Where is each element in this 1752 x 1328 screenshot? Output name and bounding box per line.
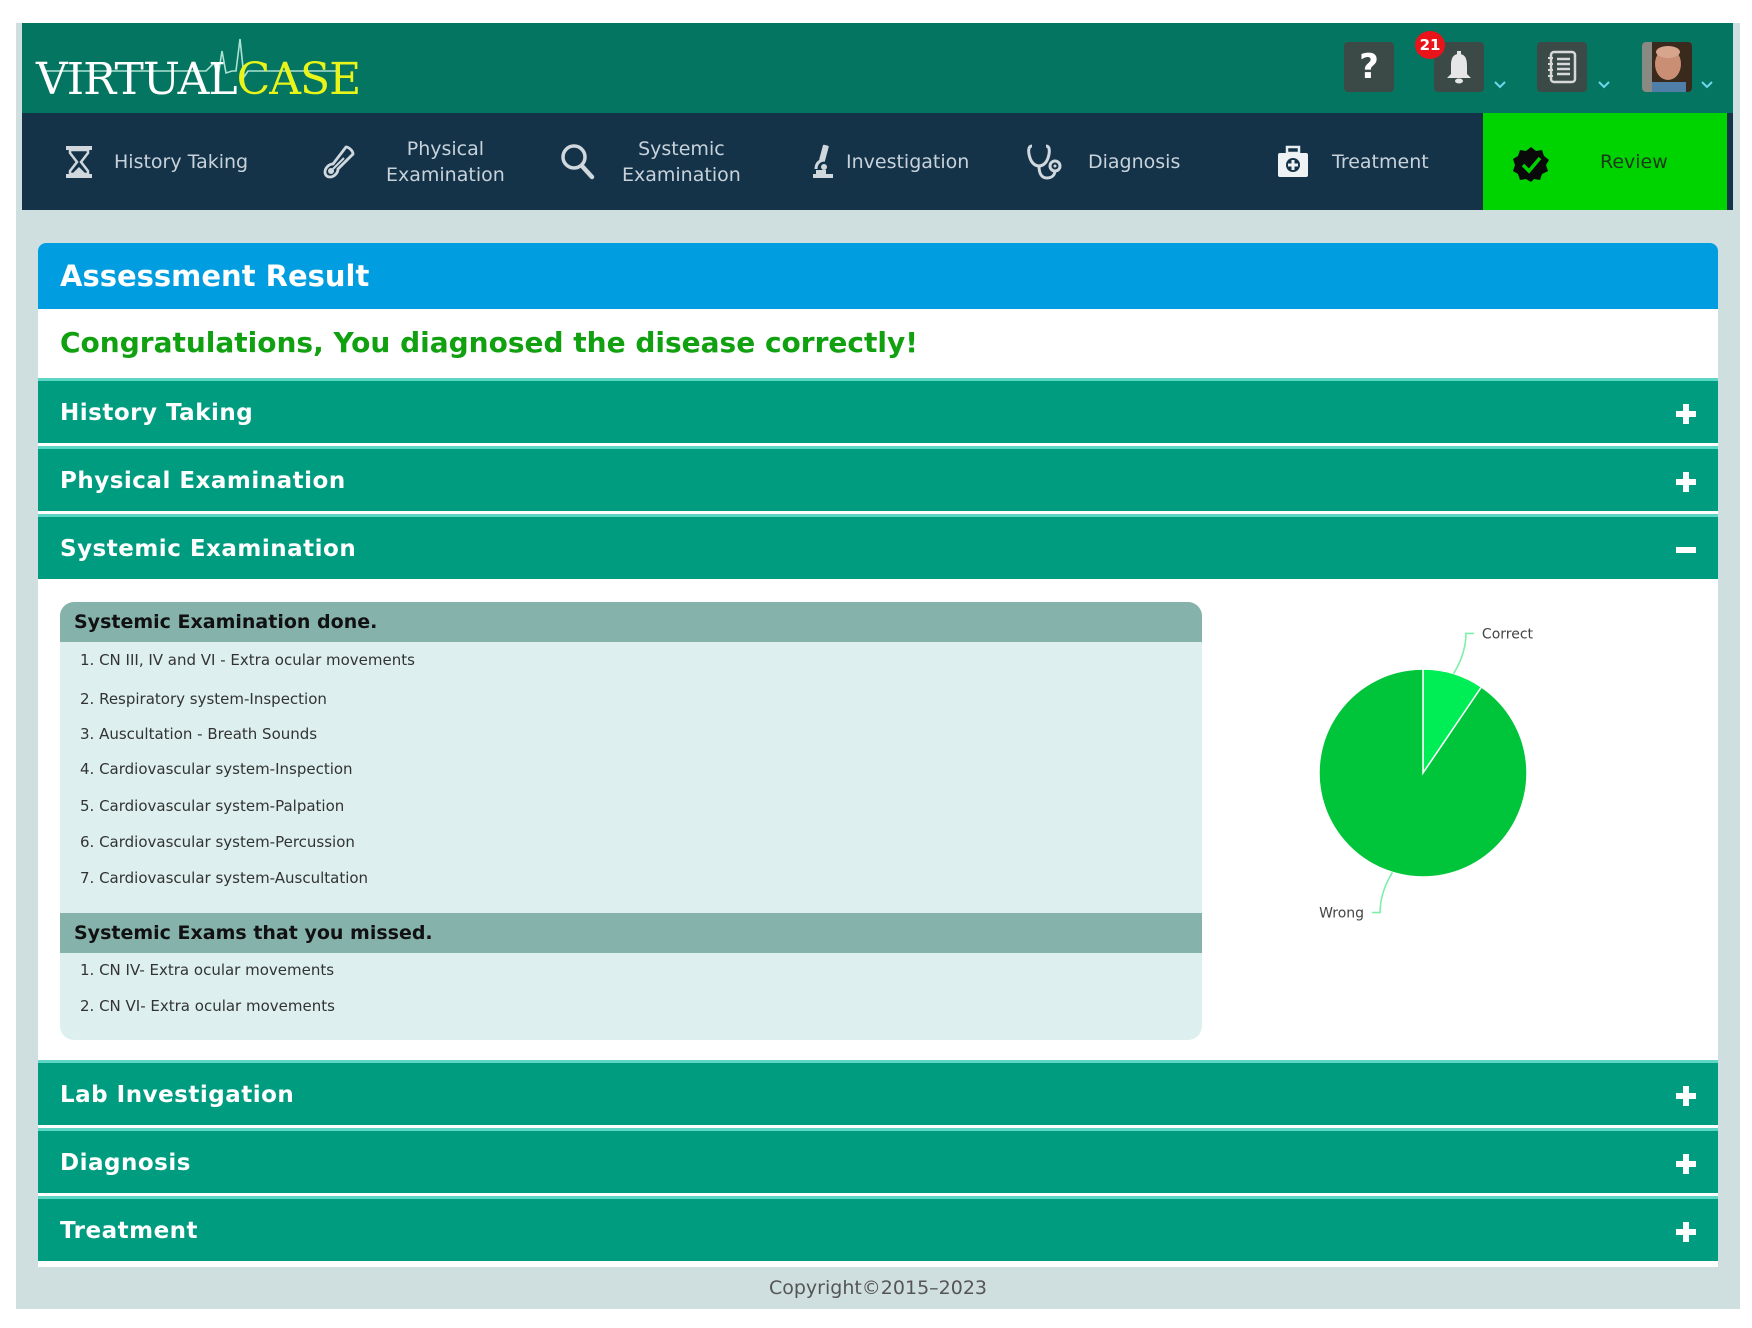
- done-item: 7. Cardiovascular system-Auscultation: [80, 869, 369, 887]
- chevron-down-icon: [1598, 81, 1610, 89]
- chevron-down-icon: [1701, 81, 1713, 89]
- nav-physical-label-line2: Examination: [386, 163, 505, 186]
- help-button[interactable]: ?: [1344, 42, 1394, 92]
- main-nav: History Taking Physical Examination Syst…: [22, 113, 1733, 210]
- accordion-title: Physical Examination: [60, 468, 346, 494]
- assessment-title: Assessment Result: [38, 243, 1718, 309]
- accordion-systemic-examination[interactable]: Systemic Examination: [38, 514, 1718, 579]
- notebook-icon: [1548, 50, 1577, 84]
- accordion-title: Lab Investigation: [60, 1082, 295, 1108]
- footer-copyright: Copyright©2015–2023: [768, 1277, 988, 1299]
- thermometer-icon: [322, 144, 358, 180]
- nav-review[interactable]: Review: [1483, 113, 1727, 210]
- expand-plus-icon[interactable]: [1674, 381, 1698, 446]
- accordion-title: History Taking: [60, 400, 254, 426]
- done-heading: Systemic Examination done.: [60, 602, 1202, 642]
- medkit-icon: [1276, 145, 1310, 179]
- search-icon: [560, 143, 596, 181]
- done-item: 2. Respiratory system-Inspection: [80, 690, 327, 708]
- nav-diagnosis[interactable]: Diagnosis: [1026, 113, 1180, 210]
- expand-plus-icon[interactable]: [1674, 1063, 1698, 1128]
- virtualcase-logo[interactable]: VIRTUALCASE: [36, 33, 376, 107]
- collapse-minus-icon[interactable]: [1674, 517, 1698, 582]
- user-avatar[interactable]: [1642, 42, 1692, 92]
- missed-item: 1. CN IV- Extra ocular movements: [80, 961, 335, 979]
- nav-investigation[interactable]: Investigation: [810, 113, 969, 210]
- avatar-image: [1642, 42, 1692, 92]
- accordion-lab-investigation[interactable]: Lab Investigation: [38, 1060, 1718, 1125]
- missed-item: 2. CN VI- Extra ocular movements: [80, 997, 335, 1015]
- accordion-physical-examination[interactable]: Physical Examination: [38, 446, 1718, 511]
- expand-plus-icon[interactable]: [1674, 1131, 1698, 1196]
- pie-slice-wrong[interactable]: [1318, 668, 1528, 878]
- done-item: 6. Cardiovascular system-Percussion: [80, 833, 355, 851]
- pie-leader-line-correct: [1452, 632, 1474, 675]
- nav-history-taking[interactable]: History Taking: [64, 113, 248, 210]
- nav-treatment-label: Treatment: [1332, 150, 1429, 173]
- accordion-diagnosis[interactable]: Diagnosis: [38, 1128, 1718, 1193]
- missed-heading: Systemic Exams that you missed.: [60, 913, 1202, 953]
- accordion-history-taking[interactable]: History Taking: [38, 378, 1718, 443]
- nav-physical-examination[interactable]: Physical Examination: [322, 113, 505, 210]
- nav-systemic-label-line1: Systemic: [638, 137, 725, 160]
- stethoscope-icon: [1026, 142, 1066, 182]
- systemic-results-panel: Systemic Examination done. 1. CN III, IV…: [60, 602, 1202, 1040]
- user-dropdown-caret[interactable]: [1699, 77, 1715, 91]
- logo-virtual-text: VIRTUAL: [36, 54, 238, 105]
- done-item: 3. Auscultation - Breath Sounds: [80, 725, 318, 743]
- nav-history-taking-label: History Taking: [114, 150, 249, 173]
- pie-label-wrong: Wrong: [1319, 906, 1364, 922]
- done-item: 5. Cardiovascular system-Palpation: [80, 797, 345, 815]
- systemic-pie-chart: Correct Wrong: [1268, 603, 1568, 923]
- done-item: 4. Cardiovascular system-Inspection: [80, 760, 353, 778]
- accordion-title: Diagnosis: [60, 1150, 191, 1176]
- nav-physical-label-line1: Physical: [406, 137, 485, 160]
- pie-label-correct: Correct: [1482, 626, 1534, 642]
- accordion-title: Treatment: [60, 1218, 199, 1244]
- done-item: 1. CN III, IV and VI - Extra ocular move…: [80, 651, 415, 669]
- pie-leader-line-wrong: [1372, 871, 1394, 914]
- nav-treatment[interactable]: Treatment: [1276, 113, 1429, 210]
- expand-plus-icon[interactable]: [1674, 449, 1698, 514]
- nav-investigation-label: Investigation: [846, 150, 970, 173]
- accordion-title: Systemic Examination: [60, 536, 357, 562]
- notification-count-badge: 21: [1415, 31, 1445, 59]
- assessment-card: Assessment Result Congratulations, You d…: [38, 243, 1718, 1267]
- nav-systemic-label-line2: Examination: [622, 163, 741, 186]
- nav-systemic-examination[interactable]: Systemic Examination: [560, 113, 741, 210]
- expand-plus-icon[interactable]: [1674, 1199, 1698, 1264]
- accordion-treatment[interactable]: Treatment: [38, 1196, 1718, 1261]
- bell-icon: [1447, 51, 1471, 84]
- nav-diagnosis-label: Diagnosis: [1088, 150, 1181, 173]
- notes-dropdown-caret[interactable]: [1596, 77, 1612, 91]
- nav-review-label: Review: [1600, 150, 1668, 173]
- result-message: Congratulations, You diagnosed the disea…: [60, 326, 918, 359]
- top-header: VIRTUALCASE ? 21: [22, 23, 1733, 113]
- notifications-dropdown-caret[interactable]: [1492, 77, 1508, 91]
- help-icon: ?: [1359, 47, 1379, 87]
- badge-check-icon: [1511, 145, 1551, 187]
- microscope-icon: [810, 143, 836, 181]
- logo-case-text: CASE: [236, 54, 362, 105]
- notes-button[interactable]: [1537, 42, 1587, 92]
- chevron-down-icon: [1494, 81, 1506, 89]
- hourglass-icon: [64, 144, 94, 180]
